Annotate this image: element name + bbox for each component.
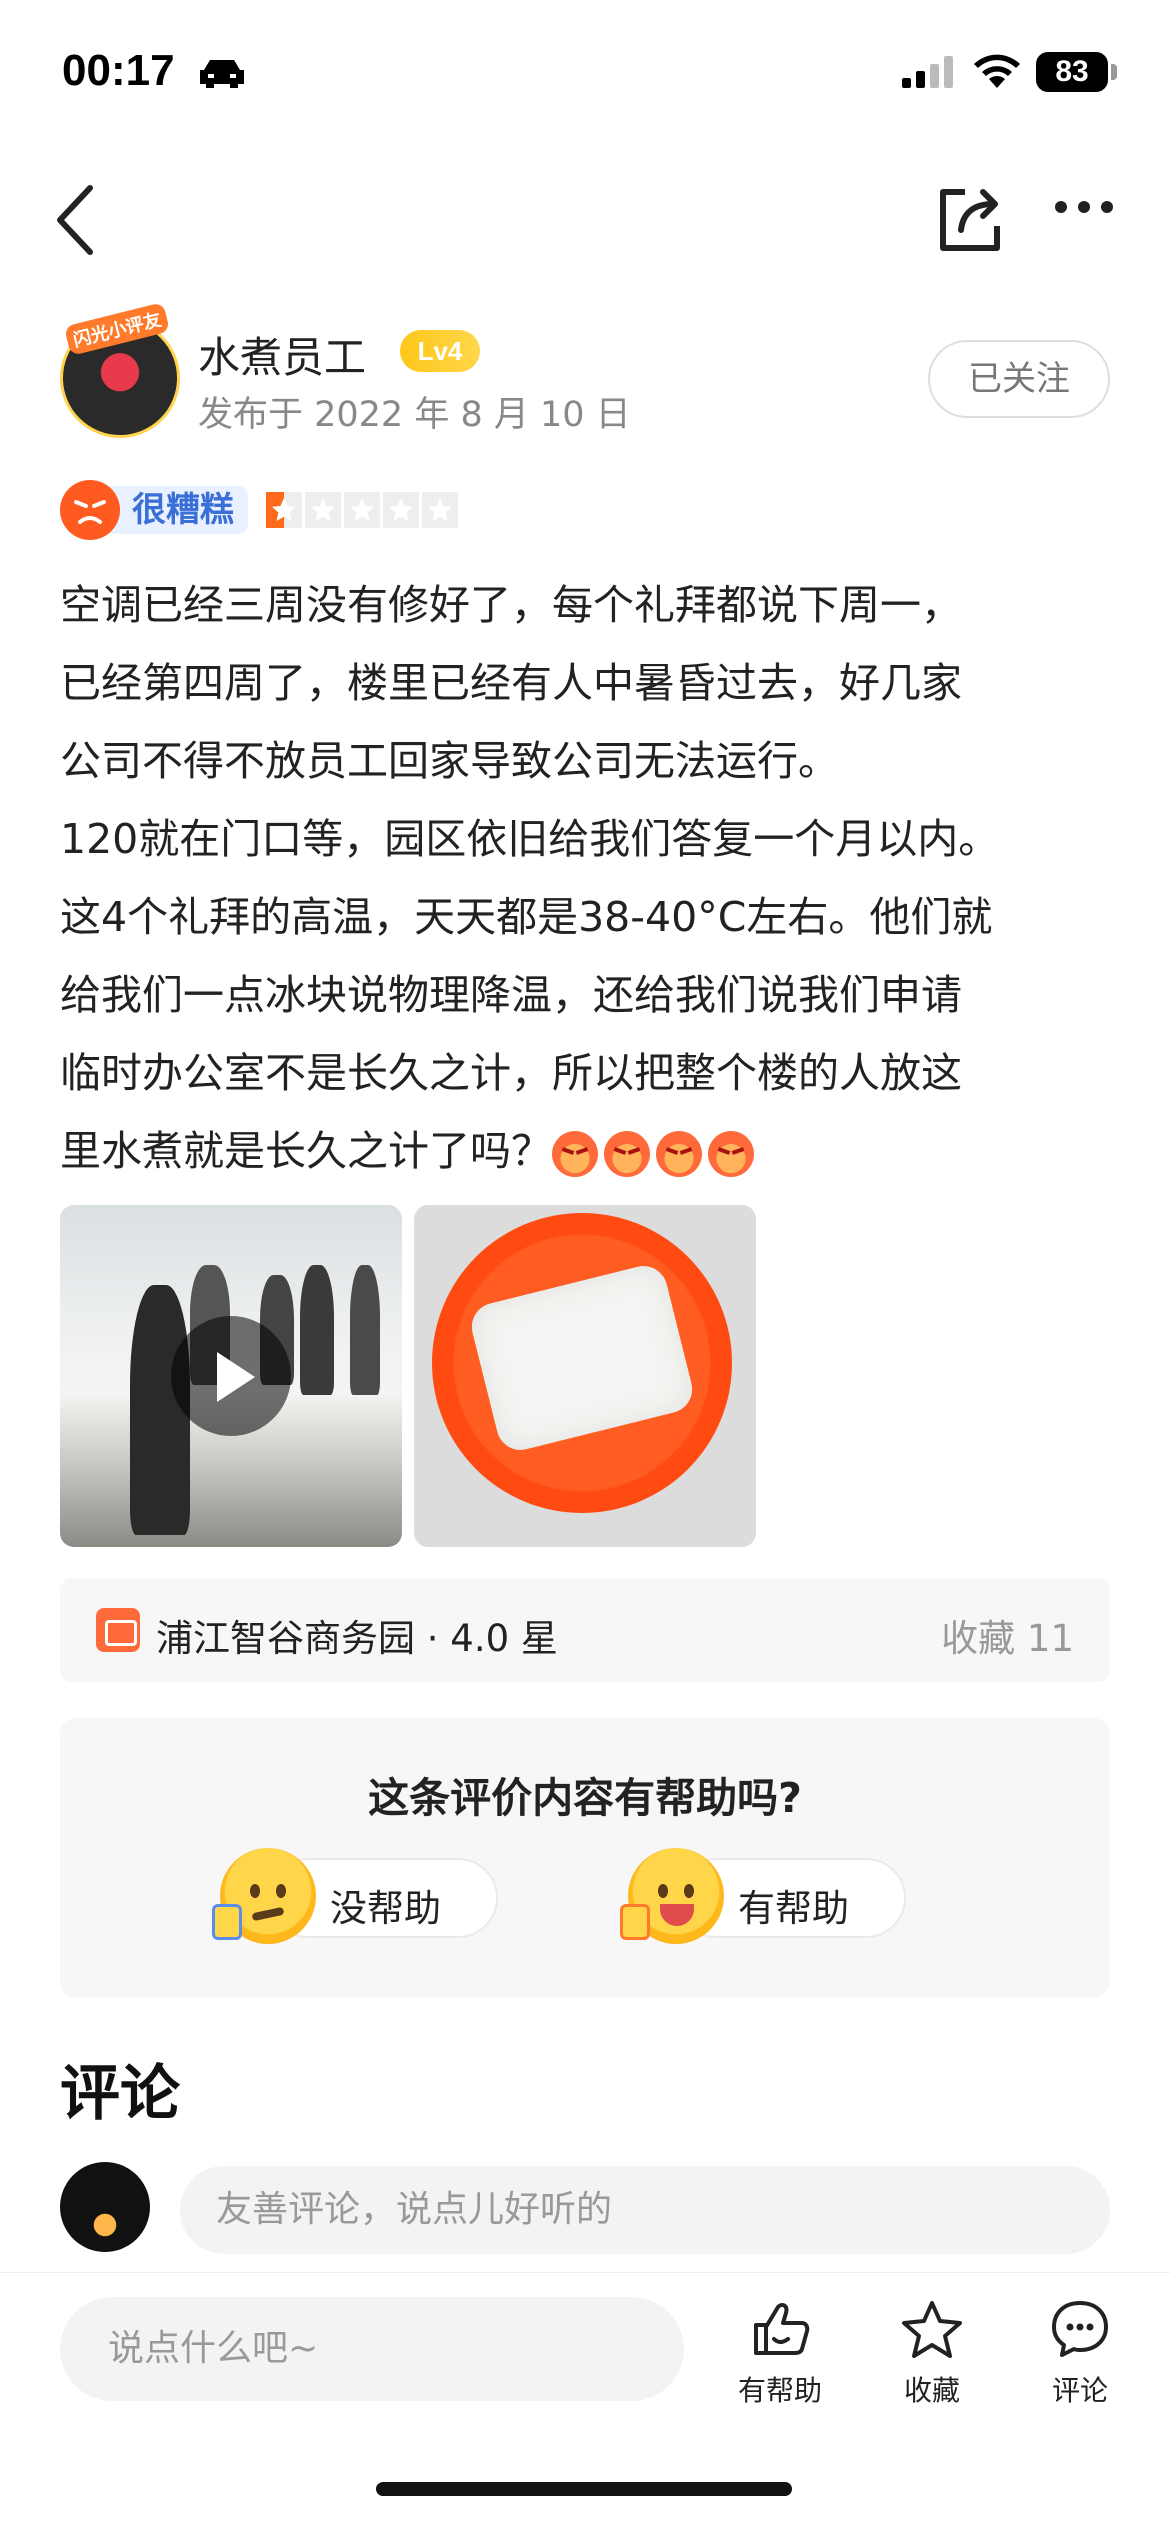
media-gallery (60, 1205, 760, 1547)
review-text: 空调已经三周没有修好了，每个礼拜都说下周一， 已经第四周了，楼里已经有人中暑昏过去… (60, 566, 1120, 1190)
thumbs-down-face-icon (212, 1848, 316, 1944)
review-line: 空调已经三周没有修好了，每个礼拜都说下周一， (60, 581, 962, 629)
ice-block (466, 1261, 698, 1455)
comment-action-label: 评论 (1051, 2374, 1108, 2407)
review-line: 里水煮就是长久之计了吗？ (60, 1112, 1120, 1190)
rating-star (344, 492, 380, 528)
angry-face-icon (708, 1131, 754, 1177)
not-helpful-button[interactable]: 没帮助 (212, 1848, 498, 1944)
angry-face-icon (604, 1131, 650, 1177)
chevron-left-icon[interactable] (50, 182, 100, 258)
rating-star (266, 492, 302, 528)
helpful-button[interactable]: 有帮助 (620, 1848, 906, 1944)
nav-bar (0, 170, 1170, 270)
helpful-label: 有帮助 (738, 1887, 849, 1930)
rating-star (383, 492, 419, 528)
helpful-question: 这条评价内容有帮助吗? (368, 1774, 802, 1822)
review-line: 这4个礼拜的高温，天天都是38-40°C左右。他们就 (60, 893, 993, 941)
video-thumbnail[interactable] (60, 1205, 402, 1547)
avatar (60, 2162, 150, 2252)
angry-face-icon (656, 1131, 702, 1177)
review-line: 已经第四周了，楼里已经有人中暑昏过去，好几家 (60, 659, 962, 707)
more-dots-icon[interactable] (1054, 200, 1114, 214)
angry-face-icon (552, 1131, 598, 1177)
photo-thumbnail[interactable] (414, 1205, 756, 1547)
helpful-card: 这条评价内容有帮助吗? 没帮助 有帮助 (60, 1718, 1110, 1998)
not-helpful-label: 没帮助 (330, 1887, 441, 1930)
car-icon (200, 60, 244, 88)
shop-favorites: 收藏 11 (941, 1617, 1074, 1660)
battery-tip (1111, 64, 1117, 80)
rating-label: 很糟糕 (100, 486, 248, 534)
comment-input[interactable]: 友善评论，说点儿好听的 (180, 2166, 1110, 2254)
rating: 很糟糕 (60, 480, 660, 540)
review-line: 临时办公室不是长久之计，所以把整个楼的人放这 (60, 1049, 962, 1097)
wifi-icon (974, 54, 1020, 88)
comment-bubble-icon (1052, 2301, 1108, 2357)
rating-star (422, 492, 458, 528)
share-icon[interactable] (935, 182, 1005, 254)
collect-action-button[interactable]: 收藏 (872, 2299, 992, 2409)
battery-indicator: 83 (1036, 52, 1108, 92)
comment-action-button[interactable]: 评论 (1020, 2299, 1140, 2409)
review-line: 120就在门口等，园区依旧给我们答复一个月以内。 (60, 815, 1000, 863)
thumbs-up-icon (754, 2303, 810, 2355)
avatar-badge: 闪光小评友 (60, 302, 180, 356)
level-badge: Lv4 (400, 330, 480, 372)
collect-action-label: 收藏 (903, 2374, 960, 2407)
shop-card[interactable]: 浦江智谷商务园 · 4.0 星 收藏 11 (60, 1578, 1110, 1682)
comments-title: 评论 (60, 2059, 180, 2129)
angry-face-icon (60, 480, 120, 540)
author-name[interactable]: 水煮员工 (198, 324, 366, 385)
review-line: 给我们一点冰块说物理降温，还给我们说我们申请 (60, 971, 962, 1019)
basin-image (432, 1213, 732, 1513)
status-time: 00:17 (62, 46, 175, 95)
say-input[interactable]: 说点什么吧~ (60, 2297, 684, 2401)
author-header: 闪光小评友 水煮员工 Lv4 发布于 2022 年 8 月 10 日 已关注 (60, 302, 1110, 450)
review-line: 公司不得不放员工回家导致公司无法运行。 (60, 737, 839, 785)
rating-star (305, 492, 341, 528)
follow-button[interactable]: 已关注 (928, 340, 1110, 418)
shop-name: 浦江智谷商务园 · 4.0 星 (156, 1617, 558, 1660)
home-indicator (376, 2482, 792, 2496)
thumbs-up-face-icon (620, 1848, 724, 1944)
play-button[interactable] (171, 1316, 291, 1436)
shop-icon (96, 1608, 140, 1652)
play-icon (217, 1352, 255, 1402)
star-icon (902, 2301, 962, 2358)
publish-date: 发布于 2022 年 8 月 10 日 (198, 395, 631, 435)
star-rating (266, 492, 458, 528)
status-bar: 00:17 83 (0, 0, 1170, 150)
cell-signal-icon (902, 56, 953, 88)
helpful-action-button[interactable]: 有帮助 (720, 2299, 840, 2409)
helpful-action-label: 有帮助 (737, 2374, 822, 2407)
